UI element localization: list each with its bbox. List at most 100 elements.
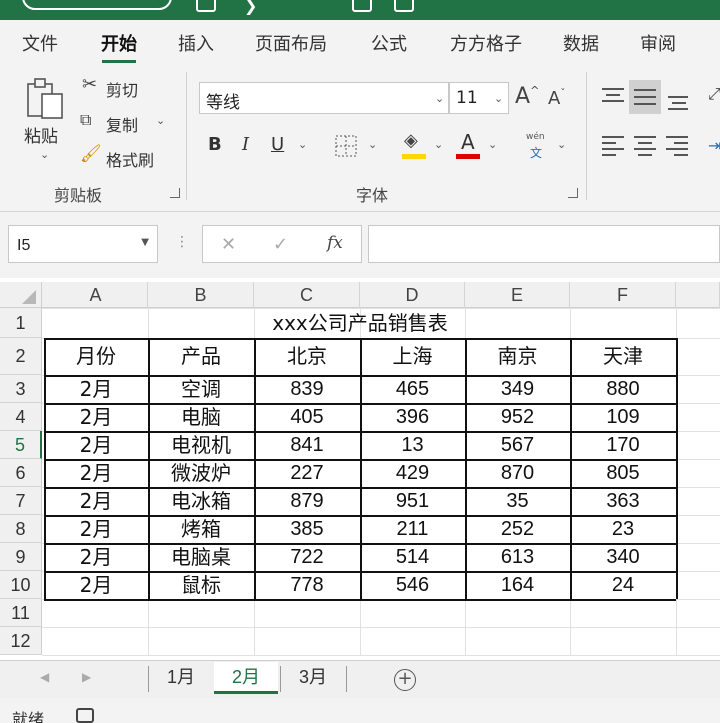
phonetic-guide-button[interactable]: 文 xyxy=(530,144,542,161)
tab-review[interactable]: 审阅 xyxy=(640,30,676,56)
table-cell[interactable]: 电冰箱 xyxy=(148,487,254,515)
table-cell[interactable]: 880 xyxy=(570,375,676,403)
table-cell[interactable]: 722 xyxy=(254,543,360,571)
orientation-icon[interactable]: ⤢ xyxy=(708,84,720,104)
table-cell[interactable]: 405 xyxy=(254,403,360,431)
table-cell[interactable]: 2月 xyxy=(44,403,148,431)
copy-dropdown-icon[interactable]: ⌄ xyxy=(156,114,165,127)
italic-button[interactable]: I xyxy=(242,134,249,155)
table-cell[interactable]: 805 xyxy=(570,459,676,487)
row-header-10[interactable]: 10 xyxy=(0,571,42,599)
underline-dropdown-icon[interactable]: ⌄ xyxy=(298,138,307,151)
paste-dropdown-icon[interactable]: ⌄ xyxy=(40,148,49,161)
cancel-entry-button[interactable]: ✕ xyxy=(221,234,236,255)
sheet-tab-feb[interactable]: 2月 xyxy=(214,662,278,694)
increase-font-size-icon[interactable]: A^ xyxy=(515,84,539,109)
table-cell[interactable]: 2月 xyxy=(44,515,148,543)
indent-icon[interactable]: ⇥ xyxy=(708,136,720,155)
table-cell[interactable]: 13 xyxy=(360,431,465,459)
tab-insert[interactable]: 插入 xyxy=(178,30,214,56)
table-cell[interactable]: 613 xyxy=(465,543,570,571)
table-cell[interactable]: 841 xyxy=(254,431,360,459)
add-sheet-button[interactable]: + xyxy=(394,669,416,691)
font-launcher-icon[interactable] xyxy=(568,188,578,198)
table-cell[interactable]: 24 xyxy=(570,571,676,599)
fill-color-dropdown-icon[interactable]: ⌄ xyxy=(434,138,443,151)
row-header-7[interactable]: 7 xyxy=(0,487,42,515)
name-box-dropdown-icon[interactable]: ▼ xyxy=(141,237,149,248)
table-header-cell[interactable]: 南京 xyxy=(465,338,570,375)
table-cell[interactable]: 349 xyxy=(465,375,570,403)
table-cell[interactable]: 鼠标 xyxy=(148,571,254,599)
table-cell[interactable]: 电脑桌 xyxy=(148,543,254,571)
table-cell[interactable]: 514 xyxy=(360,543,465,571)
table-cell[interactable]: 567 xyxy=(465,431,570,459)
table-cell[interactable]: 2月 xyxy=(44,571,148,599)
row-header-12[interactable]: 12 xyxy=(0,627,42,655)
row-header-8[interactable]: 8 xyxy=(0,515,42,543)
borders-icon[interactable] xyxy=(334,134,358,158)
autosave-toggle[interactable] xyxy=(22,0,172,10)
table-cell[interactable]: 396 xyxy=(360,403,465,431)
macro-record-icon[interactable] xyxy=(76,708,94,723)
table-cell[interactable]: 211 xyxy=(360,515,465,543)
table-cell[interactable]: 870 xyxy=(465,459,570,487)
table-header-cell[interactable]: 月份 xyxy=(44,338,148,375)
column-header-d[interactable]: D xyxy=(360,282,465,308)
clipboard-launcher-icon[interactable] xyxy=(170,188,180,198)
font-size-dropdown-icon[interactable]: ⌄ xyxy=(494,92,503,105)
table-cell[interactable]: 2月 xyxy=(44,487,148,515)
row-header-5[interactable]: 5 xyxy=(0,431,42,459)
font-name-select[interactable]: 等线 xyxy=(199,82,449,114)
table-cell[interactable]: 429 xyxy=(360,459,465,487)
phonetic-dropdown-icon[interactable]: ⌄ xyxy=(557,138,566,151)
align-middle-button[interactable] xyxy=(629,80,661,114)
quick-access-icon[interactable] xyxy=(394,0,414,12)
table-cell[interactable]: 252 xyxy=(465,515,570,543)
table-cell[interactable]: 2月 xyxy=(44,459,148,487)
decrease-font-size-icon[interactable]: Aˇ xyxy=(548,88,565,109)
table-header-cell[interactable]: 产品 xyxy=(148,338,254,375)
table-title-cell[interactable]: xxx公司产品销售表 xyxy=(44,308,676,338)
table-cell[interactable]: 951 xyxy=(360,487,465,515)
row-header-4[interactable]: 4 xyxy=(0,403,42,431)
table-cell[interactable]: 空调 xyxy=(148,375,254,403)
tab-data[interactable]: 数据 xyxy=(563,30,599,56)
column-header-b[interactable]: B xyxy=(148,282,254,308)
table-cell[interactable]: 2月 xyxy=(44,375,148,403)
row-header-6[interactable]: 6 xyxy=(0,459,42,487)
table-cell[interactable]: 电脑 xyxy=(148,403,254,431)
save-icon[interactable] xyxy=(196,0,216,12)
table-header-cell[interactable]: 北京 xyxy=(254,338,360,375)
table-cell[interactable]: 839 xyxy=(254,375,360,403)
bold-button[interactable]: B xyxy=(208,134,222,155)
column-header-a[interactable]: A xyxy=(44,282,148,308)
table-cell[interactable]: 电视机 xyxy=(148,431,254,459)
column-header-g[interactable] xyxy=(676,282,720,308)
column-header-e[interactable]: E xyxy=(465,282,570,308)
table-cell[interactable]: 363 xyxy=(570,487,676,515)
formula-input[interactable] xyxy=(368,225,720,263)
table-cell[interactable]: 2月 xyxy=(44,543,148,571)
table-cell[interactable]: 778 xyxy=(254,571,360,599)
row-header-1[interactable]: 1 xyxy=(0,308,42,338)
enter-entry-button[interactable]: ✓ xyxy=(273,234,288,255)
table-cell[interactable]: 465 xyxy=(360,375,465,403)
copy-button[interactable]: 复制 xyxy=(106,112,138,136)
prev-sheet-icon[interactable]: ◀ xyxy=(40,670,49,684)
table-cell[interactable]: 170 xyxy=(570,431,676,459)
table-cell[interactable]: 879 xyxy=(254,487,360,515)
next-sheet-icon[interactable]: ▶ xyxy=(82,670,91,684)
table-cell[interactable]: 952 xyxy=(465,403,570,431)
column-header-f[interactable]: F xyxy=(570,282,676,308)
tab-formulas[interactable]: 公式 xyxy=(371,30,407,56)
print-preview-icon[interactable] xyxy=(352,0,372,12)
table-cell[interactable]: 340 xyxy=(570,543,676,571)
table-cell[interactable]: 微波炉 xyxy=(148,459,254,487)
sheet-tab-mar[interactable]: 3月 xyxy=(282,662,344,694)
undo-icon[interactable]: ❯ xyxy=(244,0,257,15)
font-color-icon[interactable]: A xyxy=(461,130,475,154)
name-box[interactable]: I5 ▼ xyxy=(8,225,158,263)
cut-button[interactable]: 剪切 xyxy=(106,77,138,101)
tab-home[interactable]: 开始 xyxy=(101,30,137,56)
